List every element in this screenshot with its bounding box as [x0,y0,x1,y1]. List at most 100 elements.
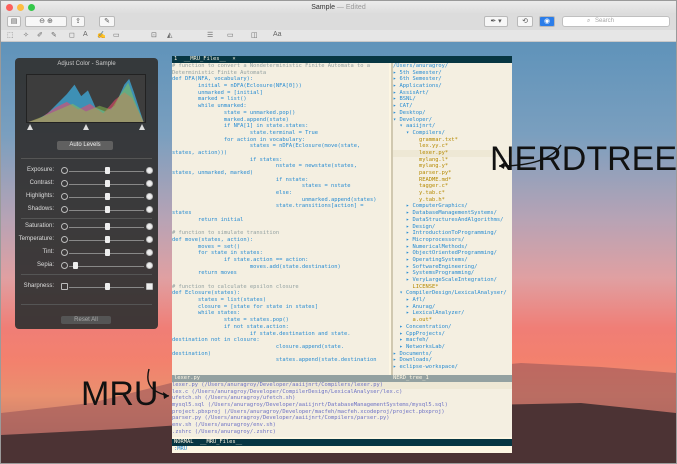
code-line[interactable]: states.append(state.destination [172,357,389,364]
code-line[interactable]: def move(states, action): [172,237,389,244]
border-color-icon[interactable]: ▭ [227,31,234,39]
code-line[interactable]: unmarked.append(states) [172,197,389,204]
nerdtree-item[interactable]: ▾ Developer/ [393,117,512,124]
code-line[interactable]: if state.action == action: [172,257,389,264]
code-line[interactable]: while unmarked: [172,103,389,110]
code-line[interactable]: if not state.action: [172,324,389,331]
code-line[interactable]: states = nstate [172,183,389,190]
code-line[interactable]: closure.append(state. [172,344,389,351]
tint-slider[interactable] [104,249,110,256]
nerdtree-item[interactable]: ▸ LexicalAnalyzer/ [393,310,512,317]
markup-toolbar-button[interactable]: ◉ [539,16,555,27]
code-line[interactable]: def Eclosure(states): [172,290,389,297]
text-style-icon[interactable]: Aa [273,31,282,38]
mru-item[interactable]: .zshrc (/Users/anuragroy/.zshrc) [172,429,512,436]
nerdtree-item[interactable]: ▸ Design/ [393,224,512,231]
nerdtree-item[interactable]: ▸ BSNL/ [393,96,512,103]
nerdtree-item[interactable]: /Users/anuragroy/ [393,63,512,70]
code-line[interactable]: if NFA[1] in state.states: [172,123,389,130]
nerdtree-item[interactable]: ▸ ComputerGraphics/ [393,203,512,210]
exposure-slider[interactable] [104,167,110,174]
code-line[interactable]: marked.append(state) [172,117,389,124]
code-line[interactable]: while states: [172,310,389,317]
temperature-slider[interactable] [104,236,110,243]
code-line[interactable]: # function to convert a Nondeterministic… [172,63,389,70]
nerdtree-item[interactable]: ▾ Compilers/ [393,130,512,137]
nerdtree-item[interactable]: ▸ Afl/ [393,297,512,304]
saturation-slider[interactable] [104,223,110,230]
code-line[interactable]: Deterministic Finite Automata [172,70,389,77]
nerdtree-item[interactable]: a.out* [393,317,512,324]
mru-item[interactable]: mysql5.sql (/Users/anuragroy/Developer/a… [172,402,512,409]
fill-color-icon[interactable]: ◫ [251,31,258,39]
nerdtree-item[interactable]: y.tab.c* [393,190,512,197]
auto-levels-button[interactable]: Auto Levels [57,141,113,150]
levels-slider[interactable] [26,124,146,130]
nerdtree-item[interactable]: ▸ AssisArt/ [393,90,512,97]
adjust-size-icon[interactable]: ⊡ [151,31,157,39]
sepia-track[interactable] [69,266,144,267]
code-line[interactable]: destination) [172,351,389,358]
nerdtree-item[interactable]: ▸ 6th Semester/ [393,76,512,83]
search-input[interactable]: ⌕ Search [562,16,670,27]
nerdtree-item[interactable]: ▸ ObjectOrientedProgramming/ [393,250,512,257]
reset-all-button[interactable]: Reset All [61,316,111,324]
nerdtree-item[interactable]: ▸ OperatingSystems/ [393,257,512,264]
text-icon[interactable]: A [83,31,88,38]
code-line[interactable]: state = unmarked.pop() [172,110,389,117]
adjust-color-icon[interactable]: ◭ [167,31,172,39]
nerdtree-item[interactable]: ▸ Downloads/ [393,357,512,364]
nerdtree-item[interactable]: ▸ NumericalMethods/ [393,244,512,251]
nerdtree-item[interactable]: y.tab.h* [393,197,512,204]
sidebar-toggle-button[interactable]: ▤ [7,16,21,27]
nerdtree-item[interactable]: ▸ Microprocessors/ [393,237,512,244]
code-line[interactable]: def DFA(NFA, vocabulary): [172,76,389,83]
selection-icon[interactable]: ⬚ [7,31,14,39]
nerdtree-item[interactable]: ▸ Anurag/ [393,304,512,311]
code-line[interactable]: if states: [172,157,389,164]
code-line[interactable]: destination not in closure: [172,337,389,344]
nerdtree-item[interactable]: ▸ IntroductionToProgramming/ [393,230,512,237]
sign-icon[interactable]: ✍ [97,31,106,39]
mru-item[interactable]: lexer.py (/Users/anuragroy/Developer/aai… [172,382,512,389]
nerdtree-item[interactable]: ▸ SystemsProgramming/ [393,270,512,277]
code-line[interactable] [172,224,389,231]
markup-button[interactable]: ✎ [99,16,115,27]
mru-list-pane[interactable]: lexer.py (/Users/anuragroy/Developer/aai… [172,382,512,437]
nerdtree-item[interactable]: ▸ Applications/ [393,83,512,90]
code-line[interactable]: states = list(states) [172,297,389,304]
minimize-icon[interactable] [17,4,24,11]
nerdtree-item[interactable]: ▸ NetworksLab/ [393,344,512,351]
code-line[interactable]: nstate = newstate(states, [172,163,389,170]
code-line[interactable]: return moves [172,270,389,277]
nerdtree-item[interactable]: ▸ Desktop/ [393,110,512,117]
code-line[interactable]: states = nDFA(Eclosure(move(state, [172,143,389,150]
nerdtree-item[interactable]: LICENSE* [393,284,512,291]
nerdtree-item[interactable]: ▸ CppProjects/ [393,331,512,338]
code-editor-pane[interactable]: # function to convert a Nondeterministic… [172,63,389,375]
vim-tabline[interactable]: 1 __MRU_Files__ × [172,56,512,63]
mru-item[interactable]: lex.c (/Users/anuragroy/Developer/Compil… [172,389,512,396]
code-line[interactable]: state = states.pop() [172,317,389,324]
sharpness-slider[interactable] [104,283,110,290]
code-line[interactable]: return initial [172,217,389,224]
code-line[interactable]: if nstate: [172,177,389,184]
shape-style-icon[interactable]: ☰ [207,31,213,39]
nerdtree-item[interactable]: ▸ Concentration/ [393,324,512,331]
code-line[interactable]: marked = list() [172,96,389,103]
nerdtree-item[interactable]: ▸ SoftwareEngineering/ [393,264,512,271]
nerdtree-item[interactable]: ▸ VeryLargeScaleIntegration/ [393,277,512,284]
note-icon[interactable]: ▭ [113,31,120,39]
mru-item[interactable]: ufetch.sh (/Users/anuragroy/ufetch.sh) [172,395,512,402]
mru-item[interactable]: parser.py (/Users/anuragroy/Developer/aa… [172,415,512,422]
nerdtree-item[interactable]: ▸ Documents/ [393,351,512,358]
rotate-button[interactable]: ⟲ [517,16,533,27]
code-line[interactable]: for state in states: [172,250,389,257]
code-line[interactable]: closure = [state for state in states] [172,304,389,311]
mru-item[interactable]: env.sh (/Users/anuragroy/env.sh) [172,422,512,429]
code-line[interactable]: states [172,210,389,217]
nerdtree-item[interactable]: ▸ CAT/ [393,103,512,110]
code-line[interactable]: # function to calculate epsilon closure [172,284,389,291]
nerdtree-item[interactable]: ▸ 5th Semester/ [393,70,512,77]
code-line[interactable] [172,277,389,284]
